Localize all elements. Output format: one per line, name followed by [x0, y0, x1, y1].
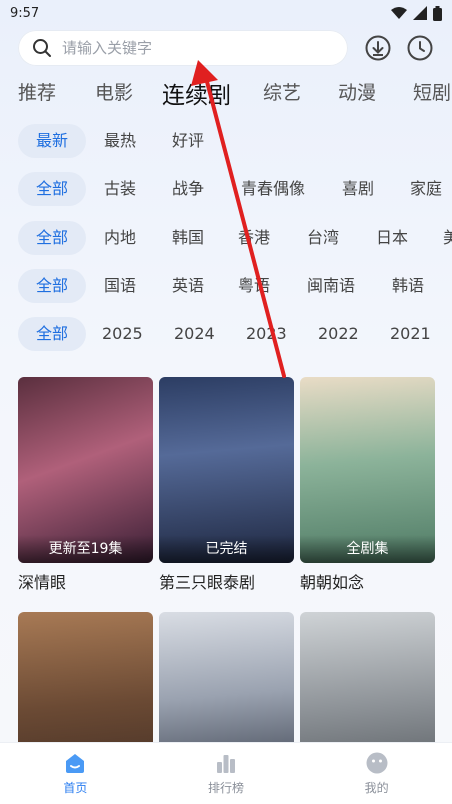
filter-region-korea[interactable]: 韩国 [170, 221, 206, 255]
filter-language-cantonese[interactable]: 粤语 [236, 269, 272, 303]
poster-image: 更新至19集 [18, 377, 153, 563]
filter-year-2023[interactable]: 2023 [246, 317, 287, 351]
filter-region-taiwan[interactable]: 台湾 [305, 221, 341, 255]
filter-genre-comedy[interactable]: 喜剧 [340, 172, 376, 206]
tab-series[interactable]: 连续剧 [162, 78, 231, 110]
filter-region-usa[interactable]: 美 [442, 221, 452, 255]
filter-region-mainland[interactable]: 内地 [102, 221, 138, 255]
nav-ranking-label: 排行榜 [208, 781, 245, 795]
download-button[interactable] [364, 34, 392, 62]
clock-icon [407, 35, 433, 61]
episode-badge: 全剧集 [300, 535, 435, 563]
history-button[interactable] [406, 34, 434, 62]
nav-ranking[interactable]: 排行榜 [151, 743, 302, 804]
filter-genre-row: 全部 古装 战争 青春偶像 喜剧 家庭 [18, 172, 452, 206]
nav-profile-label: 我的 [364, 781, 389, 795]
filter-year-row: 全部 2025 2024 2023 2022 2021 [18, 317, 452, 351]
show-title: 深情眼 [18, 573, 67, 592]
poster-image: 已完结 [159, 377, 294, 563]
status-bar: 9:57 [0, 0, 452, 26]
nav-profile[interactable]: 我的 [301, 743, 452, 804]
header [18, 30, 438, 66]
filter-genre-youth[interactable]: 青春偶像 [238, 172, 308, 206]
filter-sort-row: 最新 最热 好评 [18, 124, 452, 158]
home-icon [66, 754, 85, 773]
tab-movie[interactable]: 电影 [95, 78, 133, 105]
filter-sort-latest[interactable]: 最新 [18, 124, 86, 158]
show-card[interactable]: 更新至19集 深情眼 [18, 377, 153, 593]
tab-variety[interactable]: 综艺 [263, 78, 301, 105]
search-input[interactable] [62, 39, 312, 57]
episode-badge: 更新至19集 [18, 535, 153, 563]
show-title: 第三只眼泰剧 [159, 573, 256, 592]
download-icon [365, 35, 391, 61]
filter-genre-war[interactable]: 战争 [170, 172, 206, 206]
tab-anime[interactable]: 动漫 [338, 78, 376, 105]
status-icons [391, 5, 442, 21]
filter-year-all[interactable]: 全部 [18, 317, 86, 351]
filter-language-row: 全部 国语 英语 粤语 闽南语 韩语 [18, 269, 452, 303]
filter-genre-family[interactable]: 家庭 [408, 172, 444, 206]
nav-home-label: 首页 [63, 781, 88, 795]
filter-region-hongkong[interactable]: 香港 [236, 221, 272, 255]
status-time: 9:57 [10, 5, 40, 21]
filter-language-all[interactable]: 全部 [18, 269, 86, 303]
wifi-icon [391, 6, 407, 19]
signal-icon [413, 6, 427, 20]
filter-language-minnan[interactable]: 闽南语 [304, 269, 358, 303]
filter-year-2022[interactable]: 2022 [318, 317, 359, 351]
filter-language-english[interactable]: 英语 [170, 269, 206, 303]
filter-year-2024[interactable]: 2024 [174, 317, 215, 351]
poster-image: 全剧集 [300, 377, 435, 563]
bar-chart-icon [217, 755, 235, 773]
filter-region-all[interactable]: 全部 [18, 221, 86, 255]
filter-language-mandarin[interactable]: 国语 [102, 269, 138, 303]
bottom-nav: 首页 排行榜 我的 [0, 742, 452, 804]
filter-genre-all[interactable]: 全部 [18, 172, 86, 206]
search-bar[interactable] [18, 30, 348, 66]
filter-year-2025[interactable]: 2025 [102, 317, 143, 351]
filter-year-2021[interactable]: 2021 [390, 317, 431, 351]
episode-badge: 已完结 [159, 535, 294, 563]
filter-language-korean[interactable]: 韩语 [390, 269, 426, 303]
filter-region-japan[interactable]: 日本 [374, 221, 410, 255]
smiley-icon [366, 752, 388, 774]
filter-sort-hot[interactable]: 最热 [102, 124, 138, 158]
filter-genre-costume[interactable]: 古装 [102, 172, 138, 206]
show-card[interactable]: 全剧集 朝朝如念 [300, 377, 435, 593]
battery-icon [433, 5, 442, 21]
filter-sort-rating[interactable]: 好评 [170, 124, 206, 158]
tab-short-drama[interactable]: 短剧 [413, 78, 451, 105]
show-title: 朝朝如念 [300, 573, 365, 592]
show-card[interactable]: 已完结 第三只眼泰剧 [159, 377, 294, 593]
filter-region-row: 全部 内地 韩国 香港 台湾 日本 美 [18, 221, 452, 255]
search-icon [33, 39, 51, 57]
tab-recommend[interactable]: 推荐 [18, 78, 56, 105]
nav-home[interactable]: 首页 [0, 743, 151, 804]
category-tabs: 推荐 电影 连续剧 综艺 动漫 短剧 [0, 78, 452, 112]
